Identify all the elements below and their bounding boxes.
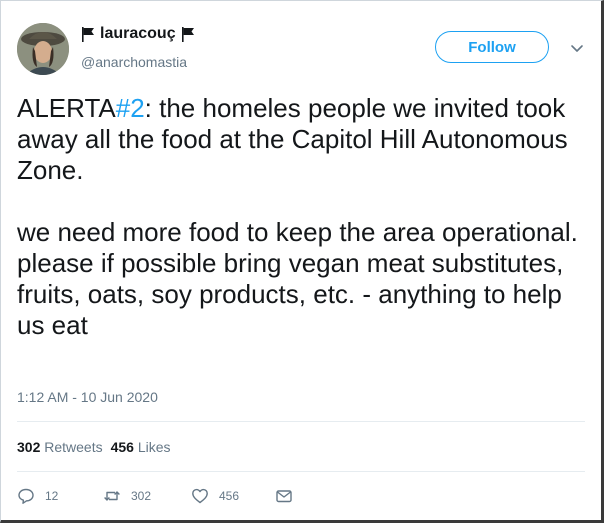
divider — [17, 421, 585, 422]
heart-icon — [192, 488, 208, 504]
direct-message-button[interactable] — [275, 487, 293, 505]
avatar-photo-icon — [17, 23, 69, 75]
engagement-stats: 302 Retweets 456 Likes — [17, 439, 171, 455]
likes-stat[interactable]: 456 Likes — [111, 439, 171, 455]
display-name-row[interactable]: lauracouç — [81, 25, 195, 43]
hashtag-link[interactable]: #2 — [116, 93, 145, 123]
retweets-stat[interactable]: 302 Retweets — [17, 439, 103, 455]
likes-count: 456 — [110, 439, 134, 455]
likes-label: Likes — [137, 439, 171, 455]
like-button[interactable]: 456 — [191, 487, 275, 505]
tweet-paragraph-1: ALERTA#2: the homeles people we invited … — [17, 93, 587, 186]
tweet-paragraph-2: we need more food to keep the area opera… — [17, 217, 578, 340]
avatar[interactable] — [17, 23, 69, 75]
tweet-text: ALERTA#2: the homeles people we invited … — [17, 93, 587, 341]
hashtag-prefix: ALERTA — [17, 93, 116, 123]
display-name: lauracouç — [100, 25, 176, 42]
retweet-icon — [104, 491, 120, 501]
envelope-icon — [276, 490, 292, 503]
divider — [17, 471, 585, 472]
black-flag-icon — [181, 26, 194, 42]
reply-count: 12 — [45, 489, 59, 503]
action-bar: 12 302 456 — [17, 487, 293, 505]
tweet-timestamp[interactable]: 1:12 AM - 10 Jun 2020 — [17, 389, 158, 405]
retweets-count: 302 — [17, 439, 41, 455]
like-count: 456 — [219, 489, 240, 503]
follow-button[interactable]: Follow — [435, 31, 549, 63]
black-flag-icon — [82, 26, 94, 42]
retweet-button[interactable]: 302 — [103, 487, 191, 505]
retweets-label: Retweets — [44, 439, 103, 455]
user-handle[interactable]: @anarchomastia — [81, 54, 187, 70]
reply-button[interactable]: 12 — [17, 487, 103, 505]
chevron-down-icon[interactable] — [570, 41, 584, 55]
reply-icon — [18, 488, 34, 504]
tweet-card: lauracouç @anarchomastia Follow ALERTA#2… — [0, 0, 604, 523]
retweet-count: 302 — [131, 489, 152, 503]
